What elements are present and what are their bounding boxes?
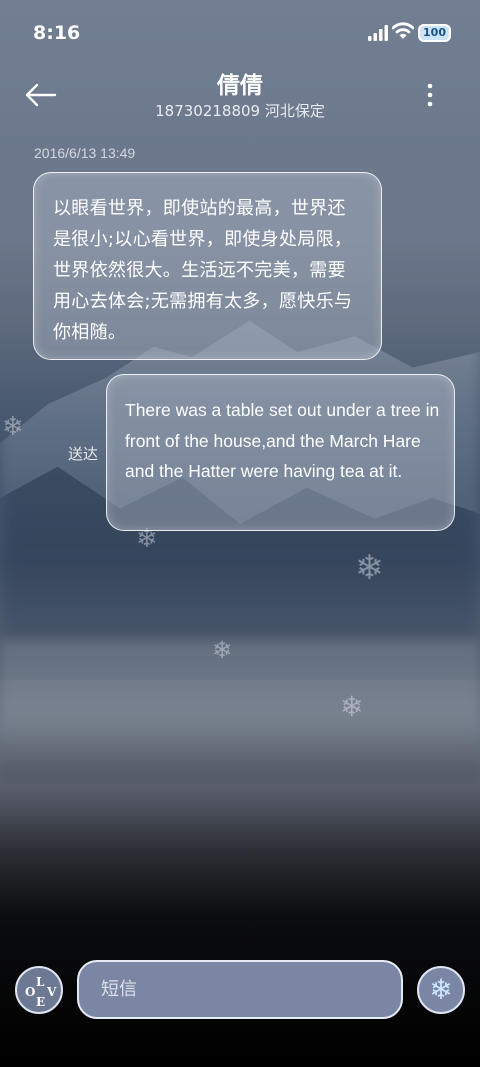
more-options-icon[interactable] — [420, 80, 440, 110]
wifi-icon — [392, 22, 414, 39]
battery-indicator: 100 — [418, 24, 451, 42]
snowflake-decoration-icon: ❄ — [355, 548, 384, 588]
sent-message-text: There was a table set out under a tree i… — [125, 400, 440, 481]
snowflake-decoration-icon: ❄ — [212, 636, 233, 664]
delivery-status: 送达 — [68, 445, 99, 463]
love-emoji-button[interactable]: L O V E — [15, 966, 63, 1014]
status-time: 8:16 — [33, 22, 81, 44]
message-input[interactable]: 短信 — [77, 960, 403, 1019]
status-bar: 8:16 100 — [0, 0, 480, 66]
received-message-bubble[interactable]: 以眼看世界，即使站的最高，世界还是很小;以心看世界，即使身处局限，世界依然很大。… — [33, 172, 382, 360]
contact-number-location: 18730218809 河北保定 — [155, 102, 325, 120]
snowflake-decoration-icon: ❄ — [340, 690, 364, 723]
love-letter: V — [47, 985, 57, 999]
snowflake-icon[interactable]: ❄ — [417, 966, 465, 1014]
snowflake-decoration-icon: ❄ — [2, 412, 24, 442]
background-snowfield — [0, 640, 480, 780]
love-letter: E — [36, 995, 46, 1009]
contact-name: 倩倩 — [217, 73, 263, 99]
love-letter: O — [25, 985, 36, 999]
received-message-text: 以眼看世界，即使站的最高，世界还是很小;以心看世界，即使身处局限，世界依然很大。… — [53, 198, 353, 343]
sent-message-bubble[interactable]: There was a table set out under a tree i… — [106, 374, 455, 531]
message-input-placeholder: 短信 — [101, 979, 137, 1000]
signal-icon — [368, 25, 388, 41]
love-letter: L — [36, 975, 45, 989]
message-timestamp: 2016/6/13 13:49 — [34, 145, 136, 161]
